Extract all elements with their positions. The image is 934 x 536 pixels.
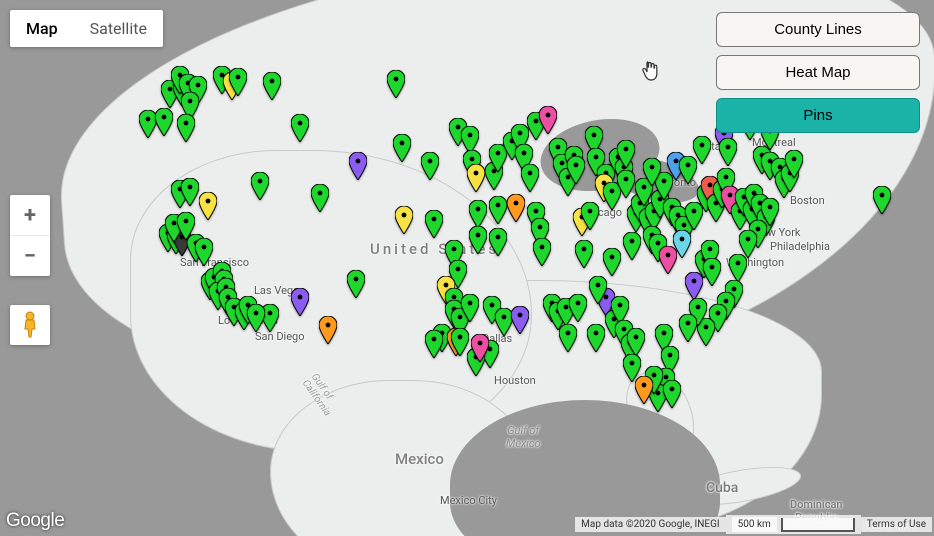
terms-link[interactable]: Terms of Use — [861, 517, 932, 532]
map-pin[interactable] — [679, 314, 697, 342]
pins-button[interactable]: Pins — [716, 98, 920, 133]
map-pin[interactable] — [489, 228, 507, 256]
map-pin[interactable] — [247, 304, 265, 332]
map-pin[interactable] — [785, 150, 803, 178]
map-pin[interactable] — [387, 70, 405, 98]
map-pin[interactable] — [589, 276, 607, 304]
pegman-icon — [20, 311, 40, 339]
map-pin[interactable] — [703, 258, 721, 286]
map-pin[interactable] — [581, 202, 599, 230]
map-pin[interactable] — [623, 232, 641, 260]
attribution-bar: Map data ©2020 Google, INEGI 500 km Term… — [575, 515, 932, 534]
map-pin[interactable] — [507, 194, 525, 222]
heat-map-button[interactable]: Heat Map — [716, 55, 920, 90]
map-pin[interactable] — [559, 324, 577, 352]
streetview-pegman[interactable] — [10, 305, 50, 345]
map-pin[interactable] — [421, 152, 439, 180]
map-pin[interactable] — [199, 192, 217, 220]
map-pin[interactable] — [311, 184, 329, 212]
county-lines-button[interactable]: County Lines — [716, 12, 920, 47]
city-label: Houston — [494, 374, 536, 387]
map-pin[interactable] — [567, 156, 585, 184]
map-type-control: Map Satellite — [10, 10, 163, 47]
map-pin[interactable] — [603, 248, 621, 276]
map-pin[interactable] — [461, 294, 479, 322]
map-pin[interactable] — [195, 238, 213, 266]
map-pin[interactable] — [627, 328, 645, 356]
map-pin[interactable] — [393, 134, 411, 162]
map-pin[interactable] — [469, 226, 487, 254]
map-pin[interactable] — [693, 136, 711, 164]
country-label-mexico: Mexico — [395, 450, 444, 468]
city-label-mexico-city: Mexico City — [440, 494, 497, 507]
water-label-gulf-mexico: Gulf of Mexico — [506, 424, 541, 450]
city-label: Philadelphia — [770, 240, 830, 253]
map-pin[interactable] — [489, 196, 507, 224]
country-label-cuba: Cuba — [706, 480, 738, 496]
map-type-satellite-button[interactable]: Satellite — [74, 10, 163, 47]
map-pin[interactable] — [873, 186, 891, 214]
scale-label: 500 km — [732, 517, 777, 532]
map-pin[interactable] — [395, 206, 413, 234]
map-pin[interactable] — [177, 114, 195, 142]
map-pin[interactable] — [569, 294, 587, 322]
map-type-map-button[interactable]: Map — [10, 10, 74, 47]
scale-bar-graphic — [781, 518, 855, 532]
map-pin[interactable] — [663, 380, 681, 408]
zoom-control: + − — [10, 195, 50, 276]
zoom-in-button[interactable]: + — [10, 195, 50, 235]
attribution-data: Map data ©2020 Google, INEGI — [575, 517, 725, 532]
zoom-out-button[interactable]: − — [10, 235, 50, 276]
map-pin[interactable] — [729, 254, 747, 282]
map-pin[interactable] — [291, 114, 309, 142]
google-logo: Google — [6, 510, 64, 532]
map-pin[interactable] — [425, 330, 443, 358]
map-pin[interactable] — [643, 158, 661, 186]
map-pin[interactable] — [155, 108, 173, 136]
map-pin[interactable] — [471, 334, 489, 362]
map-pin[interactable] — [291, 288, 309, 316]
map-pin[interactable] — [587, 324, 605, 352]
city-label: Boston — [790, 194, 825, 207]
map-pin[interactable] — [659, 246, 677, 274]
map-pin[interactable] — [347, 270, 365, 298]
map-canvas[interactable]: United States Mexico Cuba Dominican Repu… — [0, 0, 934, 536]
layer-buttons: County Lines Heat Map Pins — [716, 12, 920, 141]
map-pin[interactable] — [349, 152, 367, 180]
map-pin[interactable] — [229, 68, 247, 96]
map-pin[interactable] — [719, 138, 737, 166]
map-pin[interactable] — [617, 140, 635, 168]
map-pin[interactable] — [181, 178, 199, 206]
map-pin[interactable] — [251, 172, 269, 200]
map-pin[interactable] — [469, 200, 487, 228]
map-pin[interactable] — [575, 240, 593, 268]
map-pin[interactable] — [533, 238, 551, 266]
scale-bar: 500 km — [726, 515, 861, 534]
map-pin[interactable] — [511, 306, 529, 334]
map-pin[interactable] — [467, 164, 485, 192]
map-pin[interactable] — [425, 210, 443, 238]
map-pin[interactable] — [319, 316, 337, 344]
map-pin[interactable] — [739, 230, 757, 258]
map-pin[interactable] — [623, 354, 641, 382]
map-pin[interactable] — [539, 106, 557, 134]
map-pin[interactable] — [263, 72, 281, 100]
map-pin[interactable] — [521, 164, 539, 192]
